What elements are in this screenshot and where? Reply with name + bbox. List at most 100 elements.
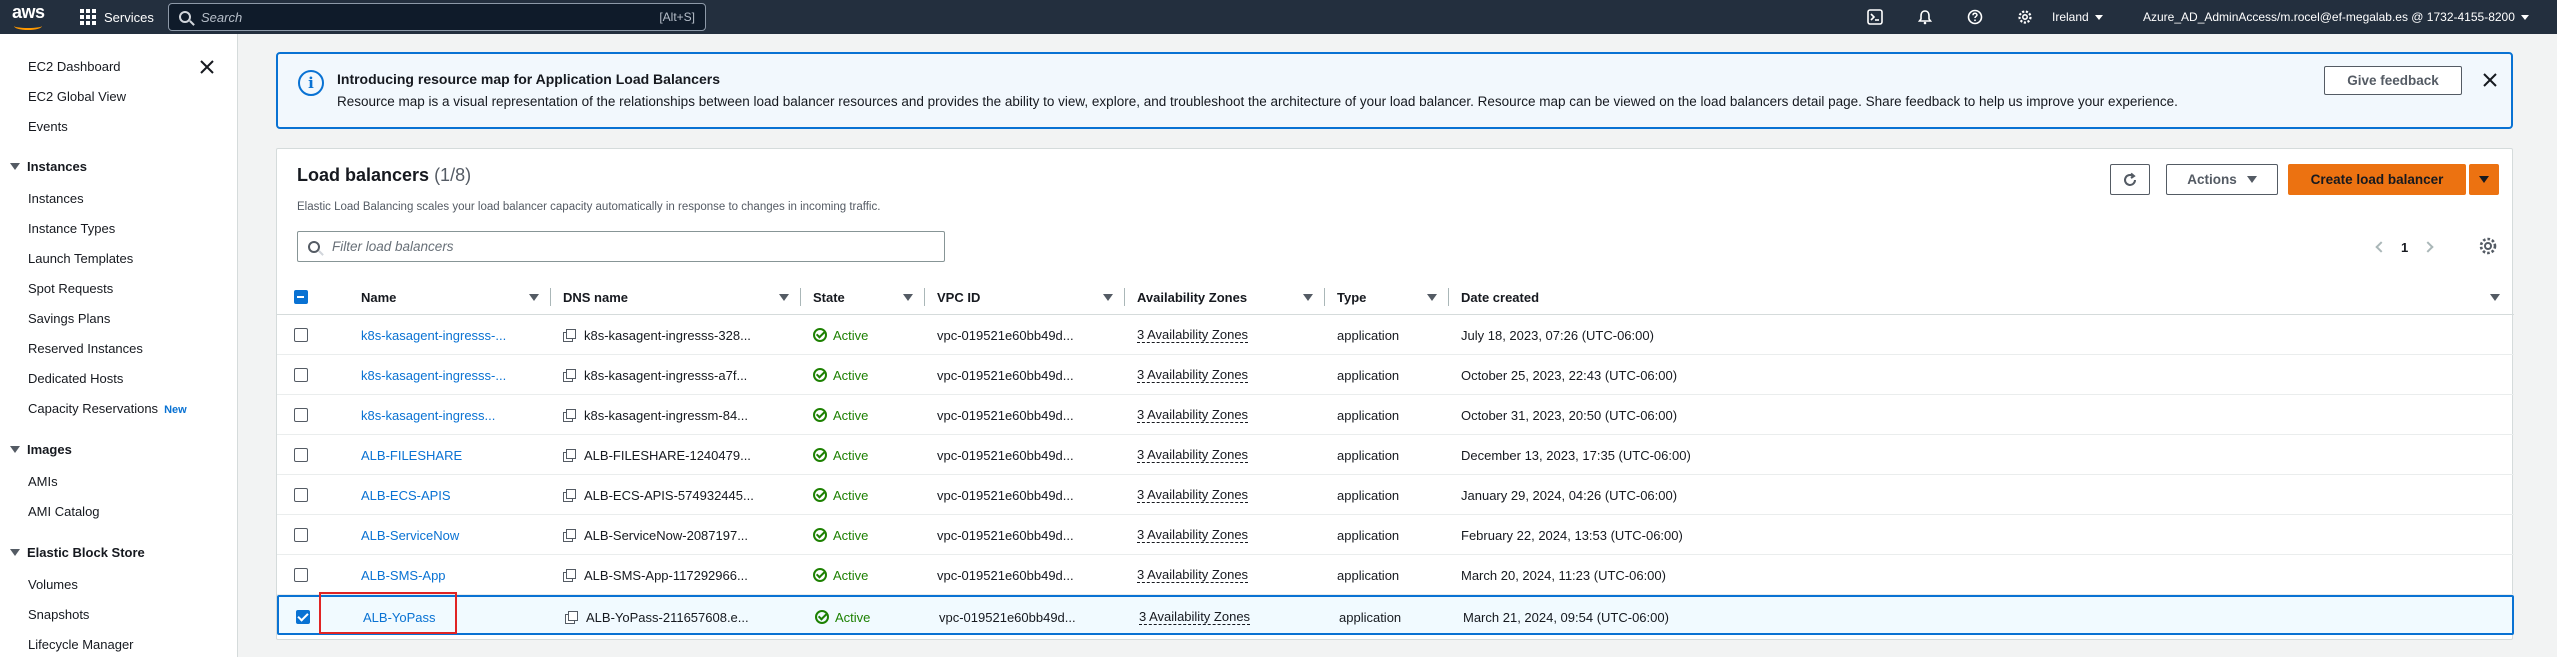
load-balancer-name-link[interactable]: k8s-kasagent-ingresss-... xyxy=(351,315,546,355)
help-icon[interactable] xyxy=(1950,0,2000,34)
load-balancer-name-link[interactable]: ALB-ECS-APIS xyxy=(351,475,546,515)
sidebar-item-ec2-dashboard[interactable]: EC2 Dashboard xyxy=(28,59,121,74)
filter-input[interactable]: Filter load balancers xyxy=(297,231,945,262)
sidebar-item-events[interactable]: Events xyxy=(28,119,68,134)
availability-zones-popover-trigger[interactable]: 3 Availability Zones xyxy=(1137,367,1249,383)
close-icon[interactable] xyxy=(2480,70,2500,90)
table-row[interactable]: ALB-YoPass ALB-YoPass-211657608.e... Activ… xyxy=(277,595,2514,635)
row-checkbox-cell[interactable] xyxy=(294,355,334,395)
table-row[interactable]: ALB-ECS-APIS ALB-ECS-APIS-574932445... Act… xyxy=(277,475,2514,515)
row-checkbox-cell[interactable] xyxy=(294,515,334,555)
sidebar-section-elastic-block-store[interactable]: Elastic Block Store xyxy=(10,545,145,560)
availability-zones-popover-trigger[interactable]: 3 Availability Zones xyxy=(1137,527,1249,543)
create-load-balancer-button[interactable]: Create load balancer xyxy=(2288,164,2466,195)
sidebar-item-volumes[interactable]: Volumes xyxy=(28,577,78,592)
sidebar-item-snapshots[interactable]: Snapshots xyxy=(28,607,89,622)
availability-zones-popover-trigger[interactable]: 3 Availability Zones xyxy=(1137,407,1249,423)
row-checkbox[interactable] xyxy=(294,368,308,382)
row-checkbox-cell[interactable] xyxy=(294,315,334,355)
sidebar-section-images[interactable]: Images xyxy=(10,442,72,457)
page-number[interactable]: 1 xyxy=(2401,240,2408,255)
copy-icon[interactable] xyxy=(563,528,576,542)
refresh-button[interactable] xyxy=(2110,164,2150,195)
services-menu-button[interactable]: Services xyxy=(80,0,154,34)
load-balancer-name-link[interactable]: k8s-kasagent-ingress... xyxy=(351,395,546,435)
table-settings-icon[interactable] xyxy=(2477,235,2499,257)
availability-zones-popover-trigger[interactable]: 3 Availability Zones xyxy=(1137,487,1249,503)
row-checkbox-cell[interactable] xyxy=(294,395,334,435)
select-all-checkbox-cell[interactable] xyxy=(294,279,334,315)
availability-zones-popover-trigger[interactable]: 3 Availability Zones xyxy=(1139,609,1251,625)
table-row[interactable]: k8s-kasagent-ingress... k8s-kasagent-ingr… xyxy=(277,395,2514,435)
sidebar-item-lifecycle-manager[interactable]: Lifecycle Manager xyxy=(28,637,134,652)
table-row[interactable]: k8s-kasagent-ingresss-... k8s-kasagent-in… xyxy=(277,355,2514,395)
row-checkbox-cell[interactable] xyxy=(294,435,334,475)
row-checkbox-cell[interactable] xyxy=(294,555,334,595)
load-balancer-name-link[interactable]: ALB-YoPass xyxy=(353,597,548,637)
copy-icon[interactable] xyxy=(563,328,576,342)
load-balancer-name-link[interactable]: ALB-ServiceNow xyxy=(351,515,546,555)
sidebar-item-capacity-reservations[interactable]: Capacity Reservations New xyxy=(28,401,187,416)
sidebar-item-ec2-global-view[interactable]: EC2 Global View xyxy=(28,89,126,104)
row-checkbox[interactable] xyxy=(294,448,308,462)
availability-zones-popover-trigger[interactable]: 3 Availability Zones xyxy=(1137,567,1249,583)
cloudshell-icon[interactable] xyxy=(1850,0,1900,34)
search-input[interactable]: Search [Alt+S] xyxy=(168,3,706,31)
table-row[interactable]: ALB-SMS-App ALB-SMS-App-117292966... Activ… xyxy=(277,555,2514,595)
region-chevron-down-icon xyxy=(2094,14,2103,20)
sidebar-section-label: Images xyxy=(27,442,72,457)
row-checkbox-cell[interactable] xyxy=(294,475,334,515)
sidebar-item-reserved-instances[interactable]: Reserved Instances xyxy=(28,341,143,356)
copy-icon[interactable] xyxy=(563,448,576,462)
copy-icon[interactable] xyxy=(563,568,576,582)
row-checkbox-cell[interactable] xyxy=(296,597,336,637)
create-dropdown-button[interactable] xyxy=(2469,164,2499,195)
sidebar-item-spot-requests[interactable]: Spot Requests xyxy=(28,281,113,296)
sidebar-section-instances[interactable]: Instances xyxy=(10,159,87,174)
chevron-left-icon[interactable] xyxy=(2375,241,2387,253)
column-header-vpc-id[interactable]: VPC ID xyxy=(925,279,1125,315)
copy-icon[interactable] xyxy=(563,408,576,422)
column-header-dns-name[interactable]: DNS name xyxy=(551,279,801,315)
row-checkbox[interactable] xyxy=(294,568,308,582)
sidebar-item-dedicated-hosts[interactable]: Dedicated Hosts xyxy=(28,371,123,386)
availability-zones-popover-trigger[interactable]: 3 Availability Zones xyxy=(1137,327,1249,343)
select-all-checkbox[interactable] xyxy=(294,290,308,304)
bell-icon[interactable] xyxy=(1900,0,1950,34)
region-selector[interactable]: Ireland xyxy=(2052,0,2103,34)
load-balancer-name-link[interactable]: k8s-kasagent-ingresss-... xyxy=(351,355,546,395)
sidebar-item-ami-catalog[interactable]: AMI Catalog xyxy=(28,504,100,519)
table-row[interactable]: ALB-FILESHARE ALB-FILESHARE-1240479... Act… xyxy=(277,435,2514,475)
load-balancer-name-link[interactable]: ALB-FILESHARE xyxy=(351,435,546,475)
chevron-right-icon[interactable] xyxy=(2422,241,2434,253)
sidebar-item-instances[interactable]: Instances xyxy=(28,191,84,206)
row-checkbox[interactable] xyxy=(294,328,308,342)
aws-logo[interactable]: aws xyxy=(12,2,52,32)
row-checkbox[interactable] xyxy=(294,528,308,542)
column-header-name[interactable]: Name xyxy=(351,279,551,315)
column-header-availability-zones[interactable]: Availability Zones xyxy=(1125,279,1325,315)
copy-icon[interactable] xyxy=(563,488,576,502)
table-row[interactable]: ALB-ServiceNow ALB-ServiceNow-2087197... A… xyxy=(277,515,2514,555)
row-checkbox[interactable] xyxy=(294,408,308,422)
table-row[interactable]: k8s-kasagent-ingresss-... k8s-kasagent-in… xyxy=(277,315,2514,355)
column-header-state[interactable]: State xyxy=(801,279,925,315)
caret-down-icon xyxy=(10,549,20,556)
row-checkbox[interactable] xyxy=(296,610,310,624)
column-header-type[interactable]: Type xyxy=(1325,279,1449,315)
load-balancer-name-link[interactable]: ALB-SMS-App xyxy=(351,555,546,595)
copy-icon[interactable] xyxy=(565,610,578,624)
row-checkbox[interactable] xyxy=(294,488,308,502)
column-header-date-created[interactable]: Date created xyxy=(1449,279,2512,315)
sidebar-item-launch-templates[interactable]: Launch Templates xyxy=(28,251,133,266)
sidebar-item-amis[interactable]: AMIs xyxy=(28,474,58,489)
actions-button[interactable]: Actions xyxy=(2166,164,2278,195)
sidebar-item-instance-types[interactable]: Instance Types xyxy=(28,221,115,236)
close-icon[interactable] xyxy=(198,58,216,76)
gear-icon[interactable] xyxy=(2000,0,2050,34)
copy-icon[interactable] xyxy=(563,368,576,382)
account-menu[interactable]: Azure_AD_AdminAccess/m.rocel@ef-megalab.… xyxy=(2143,0,2529,34)
give-feedback-button[interactable]: Give feedback xyxy=(2324,66,2462,95)
sidebar-item-savings-plans[interactable]: Savings Plans xyxy=(28,311,110,326)
availability-zones-popover-trigger[interactable]: 3 Availability Zones xyxy=(1137,447,1249,463)
